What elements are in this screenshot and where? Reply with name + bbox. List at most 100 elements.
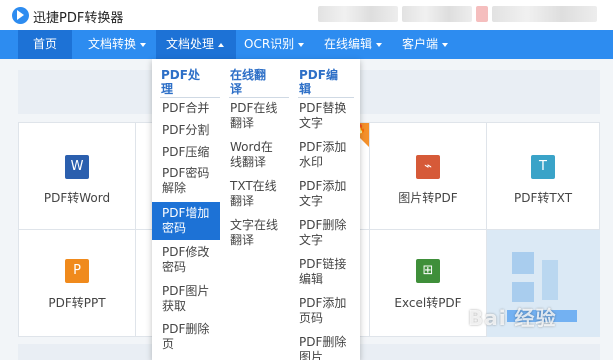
divider <box>298 97 354 98</box>
menu-item-line: 获取 <box>162 299 187 313</box>
tool-label: PDF转PPT <box>48 296 106 310</box>
nav-label: 文档转换 <box>88 37 137 51</box>
header-line: 理 <box>161 82 174 96</box>
header-line: PDF编 <box>299 68 338 82</box>
menu-item-pdf-add-text[interactable]: PDF添加 文字 <box>296 179 358 209</box>
nav-item-client[interactable]: 客户端 <box>402 30 449 59</box>
tool-image-to-pdf[interactable]: ⌁ 图片转PDF <box>370 123 486 229</box>
menu-item-line: 翻译 <box>230 194 255 208</box>
menu-item-pdf-link-edit[interactable]: PDF链接 编辑 <box>296 257 358 287</box>
menu-item-pdf-merge[interactable]: PDF合并 <box>159 101 219 116</box>
menu-item-pdf-replace-text[interactable]: PDF替换 文字 <box>296 101 358 131</box>
tool-label: PDF转TXT <box>513 191 573 205</box>
menu-column-header: PDF处 理 <box>161 68 200 96</box>
menu-item-pdf-delete-page[interactable]: PDF删除页 <box>159 322 219 352</box>
menu-item-line: 解除 <box>162 181 187 195</box>
menu-item-line: PDF修改 <box>162 245 210 259</box>
nav-label: 首页 <box>32 37 57 51</box>
pdf-icon: ⌁ <box>416 155 440 179</box>
menu-item-line: 水印 <box>299 155 324 169</box>
menu-item-line: PDF增加 <box>162 206 210 220</box>
header-line: PDF处 <box>161 68 200 82</box>
menu-item-line: 密码 <box>162 260 187 274</box>
main-nav: 首页 文档转换 文档处理 OCR识别 在线编辑 客户端 <box>0 30 613 59</box>
menu-item-pdf-add-watermark[interactable]: PDF添加 水印 <box>296 140 358 170</box>
txt-icon: T <box>531 155 555 179</box>
nav-item-home[interactable]: 首页 <box>18 30 72 59</box>
chevron-up-icon <box>218 42 225 47</box>
menu-item-pdf-add-page-number[interactable]: PDF添加 页码 <box>296 296 358 326</box>
menu-item-text-translate[interactable]: 文字在线 翻译 <box>227 218 291 248</box>
menu-item-line: PDF在线 <box>230 101 278 115</box>
app-title: 迅捷PDF转换器 <box>33 11 124 26</box>
tool-label: PDF转Word <box>43 191 111 205</box>
nav-item-online-edit[interactable]: 在线编辑 <box>324 30 383 59</box>
menu-item-pdf-password-add[interactable]: PDF增加 密码 <box>152 202 220 240</box>
app-logo-icon <box>12 7 29 24</box>
menu-item-pdf-image-extract[interactable]: PDF图片 获取 <box>159 284 219 314</box>
header-line: 辑 <box>299 82 312 96</box>
menu-item-line: PDF添加 <box>299 296 347 310</box>
menu-item-line: 文字 <box>299 116 324 130</box>
header-line: 译 <box>230 82 243 96</box>
menu-item-line: Word在 <box>230 140 273 154</box>
menu-column-header: 在线翻 译 <box>230 68 266 96</box>
blurred-badge <box>476 6 488 22</box>
menu-item-pdf-translate[interactable]: PDF在线 翻译 <box>227 101 291 131</box>
menu-item-pdf-compress[interactable]: PDF压缩 <box>159 145 219 160</box>
menu-item-pdf-password-change[interactable]: PDF修改 密码 <box>159 245 219 275</box>
menu-item-txt-translate[interactable]: TXT在线 翻译 <box>227 179 291 209</box>
chevron-down-icon <box>298 42 305 47</box>
menu-item-line: PDF删除 <box>299 335 347 349</box>
menu-item-line: 编辑 <box>299 272 324 286</box>
divider <box>160 97 220 98</box>
blurred-user-info <box>492 6 597 22</box>
menu-item-line: PDF链接 <box>299 257 347 271</box>
menu-item-line: PDF删除 <box>162 322 210 336</box>
tool-pdf-to-word[interactable]: W PDF转Word <box>19 123 135 229</box>
menu-item-line: 密码 <box>162 221 187 235</box>
menu-item-line: 文字在线 <box>230 218 279 232</box>
menu-item-line: 文字 <box>299 194 324 208</box>
header-line: 在线翻 <box>230 68 267 82</box>
nav-label: 客户端 <box>402 37 439 51</box>
nav-label: 在线编辑 <box>324 37 373 51</box>
menu-item-word-translate[interactable]: Word在 线翻译 <box>227 140 291 170</box>
chevron-down-icon <box>376 42 383 47</box>
menu-item-pdf-delete-text[interactable]: PDF删除 文字 <box>296 218 358 248</box>
menu-item-line: 线翻译 <box>230 155 267 169</box>
tool-pdf-to-ppt[interactable]: P PDF转PPT <box>19 230 135 336</box>
menu-item-line: 图片 <box>299 350 324 360</box>
blur-patch <box>512 252 534 274</box>
blurred-user-info <box>318 6 398 22</box>
tool-pdf-to-txt[interactable]: T PDF转TXT <box>487 123 599 229</box>
tool-label: 图片转PDF <box>398 191 458 205</box>
menu-item-line: TXT在线 <box>230 179 277 193</box>
divider <box>229 97 289 98</box>
nav-item-doc-process[interactable]: 文档处理 <box>156 30 236 59</box>
menu-item-line: PDF添加 <box>299 179 347 193</box>
menu-item-line: PDF压缩 <box>162 145 210 159</box>
menu-item-line: 页 <box>162 337 175 351</box>
menu-item-pdf-password-remove[interactable]: PDF密码 解除 <box>159 166 219 196</box>
nav-label: 文档处理 <box>166 37 215 51</box>
menu-item-line: PDF密码 <box>162 166 210 180</box>
menu-item-pdf-split[interactable]: PDF分割 <box>159 123 219 138</box>
blurred-user-info <box>402 6 472 22</box>
watermark-text: Bai 经验 <box>468 306 557 330</box>
blur-patch <box>542 260 558 300</box>
word-icon: W <box>65 155 89 179</box>
menu-item-pdf-delete-image[interactable]: PDF删除 图片 <box>296 335 358 360</box>
menu-item-line: PDF替换 <box>299 101 347 115</box>
nav-item-ocr[interactable]: OCR识别 <box>244 30 305 59</box>
title-bar: 迅捷PDF转换器 <box>0 0 613 30</box>
menu-item-line: PDF添加 <box>299 140 347 154</box>
menu-item-line: 文字 <box>299 233 324 247</box>
ppt-icon: P <box>65 259 89 283</box>
menu-item-line: PDF图片 <box>162 284 210 298</box>
menu-item-line: PDF合并 <box>162 101 210 115</box>
nav-label: OCR识别 <box>244 37 295 51</box>
nav-item-doc-convert[interactable]: 文档转换 <box>88 30 147 59</box>
chevron-down-icon <box>442 42 449 47</box>
chevron-down-icon <box>140 42 147 47</box>
